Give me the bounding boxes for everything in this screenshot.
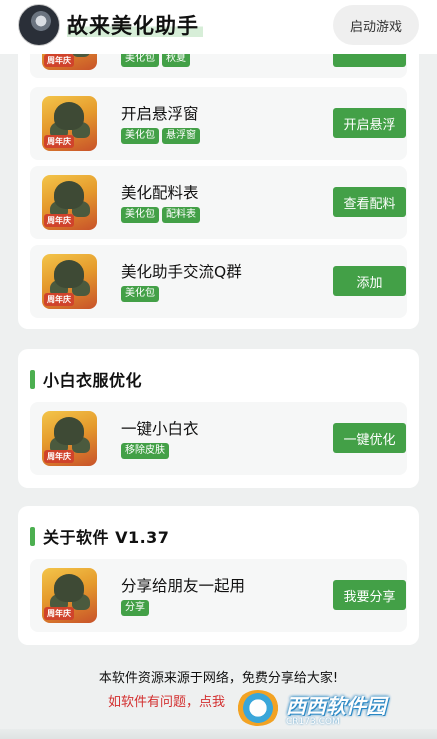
view-config-button[interactable]: 查看配料 [333,187,406,217]
list-item: 周年庆 开启悬浮窗 美化包 悬浮窗 开启悬浮 [30,87,407,160]
watermark-logo-icon [236,690,280,726]
tag: 分享 [121,600,149,616]
game-app-icon: 周年庆 [42,96,97,151]
tag: 美化包 [121,128,159,144]
tag-group: 美化包 悬浮窗 [121,128,200,144]
anniversary-badge: 周年庆 [44,293,74,306]
tag-group: 分享 [121,600,149,616]
game-app-icon: 周年庆 [42,568,97,623]
section-accent-bar [30,369,35,389]
section-header: 小白衣服优化 [30,369,143,390]
add-group-button[interactable]: 添加 [333,266,406,296]
anniversary-badge: 周年庆 [44,214,74,227]
item-title: 分享给朋友一起用 [121,577,246,595]
list-item: 周年庆 分享给朋友一起用 分享 我要分享 [30,559,407,632]
item-title: 美化配料表 [121,184,199,202]
tag-group: 美化包 配料表 [121,207,200,223]
page-title: 故来美化助手 [67,10,203,40]
list-item: 周年庆 美化助手交流Q群 美化包 添加 [30,245,407,318]
watermark: 西西软件园 CR173.COM [236,688,416,728]
anniversary-badge: 周年庆 [44,607,74,620]
list-item: 周年庆 一键小白衣 移除皮肤 一键优化 [30,402,407,475]
app-header: 故来美化助手 启动游戏 [0,0,437,54]
section-title: 关于软件 V1.37 [43,528,170,547]
bottom-edge [0,729,437,739]
game-app-icon: 周年庆 [42,254,97,309]
share-button[interactable]: 我要分享 [333,580,406,610]
anniversary-badge: 周年庆 [44,54,74,67]
tag: 美化包 [121,286,159,302]
one-click-optimize-button[interactable]: 一键优化 [333,423,406,453]
footer-notice: 本软件资源来源于网络，免费分享给大家! [98,671,339,686]
list-item: 周年庆 美化配料表 美化包 配料表 查看配料 [30,166,407,239]
game-app-icon: 周年庆 [42,411,97,466]
anniversary-badge: 周年庆 [44,450,74,463]
section-title: 小白衣服优化 [43,371,143,390]
tag-group: 美化包 [121,286,159,302]
section-card: 关于软件 V1.37 周年庆 分享给朋友一起用 分享 我要分享 [18,506,419,645]
section-card: 小白衣服优化 周年庆 一键小白衣 移除皮肤 一键优化 [18,349,419,488]
tag: 美化包 [121,207,159,223]
avatar[interactable] [18,4,60,46]
tag-group: 移除皮肤 [121,443,169,459]
feature-card: 周年庆 美化包 秋夏 周年庆 开启悬浮窗 美化包 悬浮窗 开启悬浮 周年庆 美化… [18,6,419,329]
item-title: 一键小白衣 [121,420,199,438]
game-app-icon: 周年庆 [42,175,97,230]
section-header: 关于软件 V1.37 [30,526,170,547]
item-title: 开启悬浮窗 [121,105,199,123]
section-accent-bar [30,526,35,546]
tag: 配料表 [162,207,200,223]
tag: 移除皮肤 [121,443,169,459]
item-title: 美化助手交流Q群 [121,263,242,281]
anniversary-badge: 周年庆 [44,135,74,148]
watermark-text: 西西软件园 [286,693,386,718]
open-floating-window-button[interactable]: 开启悬浮 [333,108,406,138]
launch-game-button[interactable]: 启动游戏 [333,5,419,45]
footer-feedback-link[interactable]: 如软件有问题，点我 [108,691,225,710]
tag: 悬浮窗 [162,128,200,144]
